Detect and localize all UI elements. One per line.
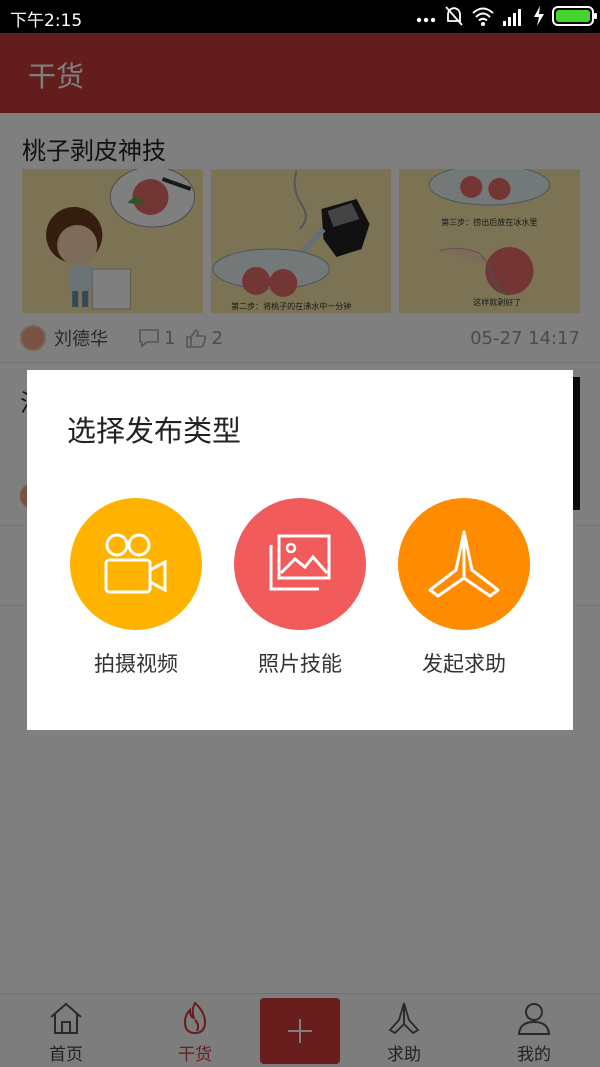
option-photo-skill[interactable]: 照片技能 bbox=[234, 498, 366, 688]
dialog-title: 选择发布类型 bbox=[67, 414, 242, 448]
video-camera-icon bbox=[104, 533, 167, 594]
status-bar: 下午2:15 bbox=[0, 0, 600, 33]
option-label: 发起求助 bbox=[422, 652, 506, 676]
battery-icon bbox=[552, 6, 597, 26]
dots-icon bbox=[416, 17, 436, 23]
charging-icon bbox=[534, 6, 544, 26]
option-ask-for-help[interactable]: 发起求助 bbox=[398, 498, 530, 688]
option-label: 照片技能 bbox=[258, 652, 342, 676]
publish-type-dialog: 选择发布类型 拍摄视频 照片技能 发起求助 bbox=[27, 370, 573, 730]
signal-icon bbox=[503, 9, 521, 26]
option-circle[interactable] bbox=[398, 498, 530, 630]
option-circle[interactable] bbox=[70, 498, 202, 630]
status-time: 下午2:15 bbox=[10, 11, 83, 31]
photo-gallery-icon bbox=[269, 534, 331, 591]
option-shoot-video[interactable]: 拍摄视频 bbox=[70, 498, 202, 688]
option-circle[interactable] bbox=[234, 498, 366, 630]
option-label: 拍摄视频 bbox=[94, 652, 178, 676]
status-icons bbox=[415, 5, 597, 27]
wifi-icon bbox=[472, 7, 494, 26]
mute-icon bbox=[445, 6, 463, 26]
praying-hands-icon bbox=[428, 530, 500, 598]
